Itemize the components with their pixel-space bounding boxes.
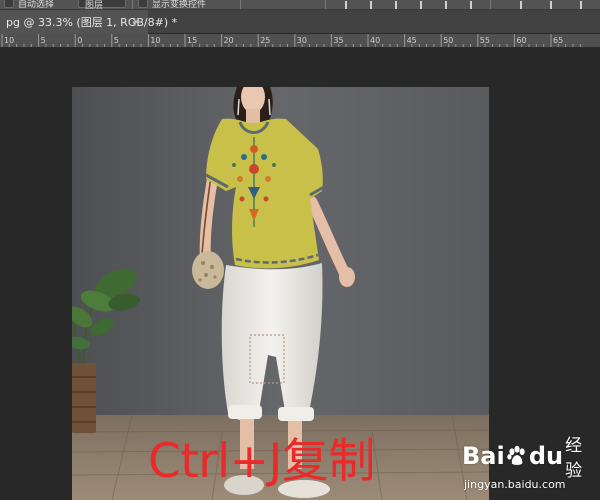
baidu-watermark: Bai du 经验 jingyan.baidu.com	[462, 436, 594, 496]
ruler-label: 10	[150, 36, 160, 45]
options-separator	[240, 0, 241, 9]
align-bottom-icon[interactable]	[470, 1, 478, 9]
brand-right: du	[528, 442, 564, 470]
document-tab[interactable]: pg @ 33.3% (图层 1, RGB/8#) * ×	[0, 10, 177, 34]
options-bar: 自动选择 图层 显示变换控件	[0, 0, 600, 10]
distribute-icon[interactable]	[520, 1, 528, 9]
ruler-label: 35	[333, 36, 343, 45]
ruler-label: 50	[443, 36, 453, 45]
layer-dropdown[interactable]: 图层	[78, 0, 126, 10]
document-tab-title: pg @ 33.3% (图层 1, RGB/8#) *	[6, 16, 178, 29]
ruler-label: 0	[77, 36, 82, 45]
layer-dropdown-value: 图层	[85, 1, 104, 10]
paw-icon	[506, 445, 525, 465]
document-tab-bar: pg @ 33.3% (图层 1, RGB/8#) * ×	[0, 10, 600, 34]
align-middle-icon[interactable]	[445, 1, 453, 9]
ruler-label: 20	[224, 36, 234, 45]
horizontal-ruler[interactable]: 10 5 0 5 10 15 20 25 30 35 40 45 50 55 60 65	[0, 34, 600, 48]
options-separator	[132, 0, 133, 9]
auto-select-checkbox[interactable]	[4, 0, 14, 8]
distribute-icon[interactable]	[580, 1, 588, 9]
align-top-icon[interactable]	[420, 1, 428, 9]
ruler-label: 10	[4, 36, 14, 45]
align-center-icon[interactable]	[370, 1, 378, 9]
show-transform-label: 显示变换控件	[152, 0, 207, 10]
ruler-label: 40	[370, 36, 380, 45]
ruler-label: 65	[553, 36, 563, 45]
ruler-label: 15	[187, 36, 197, 45]
auto-select-label: 自动选择	[18, 0, 55, 10]
ruler-ticks: 10 5 0 5 10 15 20 25 30 35 40 45 50 55 60 65	[1, 34, 581, 47]
align-separator	[325, 0, 326, 9]
ruler-label: 60	[516, 36, 526, 45]
ruler-label: 25	[260, 36, 270, 45]
baidu-logo: Bai du 经验	[462, 436, 594, 481]
align-right-icon[interactable]	[395, 1, 403, 9]
distribute-icon[interactable]	[550, 1, 558, 9]
ruler-label: 55	[480, 36, 490, 45]
close-icon[interactable]: ×	[130, 15, 142, 28]
distribute-separator	[490, 0, 491, 9]
watermark-url: jingyan.baidu.com	[464, 478, 566, 491]
align-left-icon[interactable]	[345, 1, 353, 9]
shortcut-caption: Ctrl+J复制	[148, 434, 375, 489]
show-transform-checkbox[interactable]	[138, 0, 148, 8]
brand-cn: 经验	[565, 436, 583, 481]
ruler-label: 5	[41, 36, 46, 45]
ruler-label: 5	[114, 36, 119, 45]
ruler-label: 45	[407, 36, 417, 45]
ruler-label: 30	[297, 36, 307, 45]
brand-left: Bai	[462, 442, 505, 470]
